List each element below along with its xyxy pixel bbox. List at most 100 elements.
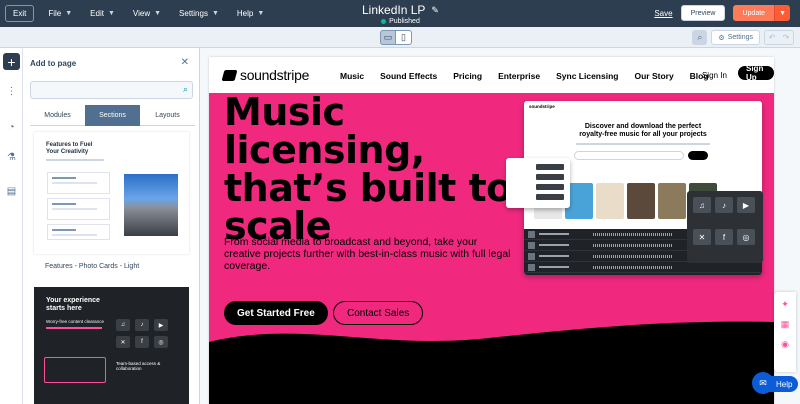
- mockup-search: [574, 151, 684, 160]
- chevron-down-icon: ▼: [211, 10, 219, 17]
- grid-icon[interactable]: ▦: [781, 319, 790, 330]
- add-icon[interactable]: +: [3, 53, 20, 70]
- undo-icon[interactable]: ↶: [765, 31, 779, 44]
- mobile-icon[interactable]: ▯: [396, 30, 412, 45]
- mockup-track-row: [524, 262, 762, 273]
- settings-label: Settings: [727, 34, 753, 41]
- nav-sound-effects[interactable]: Sound Effects: [380, 71, 437, 81]
- tree-icon[interactable]: ⋮: [0, 86, 23, 97]
- sparkle-icon[interactable]: ✦: [781, 299, 789, 310]
- editor-top-bar: Exit File ▼ Edit ▼ View ▼ Settings ▼ Help ▼ L…: [0, 0, 800, 27]
- section-card-dark[interactable]: Your experience starts here Worry-free co…: [34, 287, 189, 404]
- menu-edit[interactable]: Edit ▼: [90, 9, 115, 18]
- add-to-page-panel: Add to page ✕ ⌕ Modules Sections Layouts…: [23, 48, 200, 404]
- mockup-search-button: [688, 151, 708, 160]
- instagram-icon: ◎: [737, 229, 755, 245]
- contact-sales-button[interactable]: Contact Sales: [333, 301, 424, 325]
- card-accent-line: [46, 327, 102, 329]
- preview-button[interactable]: Preview: [680, 5, 726, 21]
- card-feature-box: [47, 172, 110, 194]
- nav-sync-licensing[interactable]: Sync Licensing: [556, 71, 618, 81]
- get-started-button[interactable]: Get Started Free: [224, 301, 328, 325]
- card-feature-box: [47, 224, 110, 240]
- site-logo[interactable]: soundstripe: [221, 67, 309, 83]
- close-icon[interactable]: ✕: [181, 57, 189, 68]
- gauge-icon[interactable]: ◔: [0, 122, 23, 133]
- music-icon: ♫: [116, 319, 130, 331]
- floating-tools: ✦ ▦ ◉: [774, 292, 796, 372]
- card-social-icons: ♫ ♪ ▶ ✕ f ◎: [116, 319, 172, 348]
- tiktok-icon: ♪: [135, 319, 149, 331]
- menu-settings[interactable]: Settings ▼: [179, 9, 219, 18]
- status-dot-icon: [381, 19, 387, 24]
- nav-enterprise[interactable]: Enterprise: [498, 71, 540, 81]
- menu-label: File: [48, 9, 62, 18]
- update-button-group: Update ▼: [733, 5, 790, 21]
- hero-wave: [209, 321, 774, 404]
- chevron-down-icon: ▼: [154, 10, 162, 17]
- tab-sections[interactable]: Sections: [85, 105, 140, 126]
- x-icon: ✕: [116, 336, 130, 348]
- chevron-down-icon: ▼: [65, 10, 73, 17]
- tab-modules[interactable]: Modules: [30, 105, 85, 126]
- settings-button[interactable]: ⚙ Settings: [711, 30, 760, 45]
- desktop-icon[interactable]: ▭: [380, 30, 396, 45]
- chevron-down-icon: ▼: [257, 10, 265, 17]
- redo-icon[interactable]: ↷: [779, 31, 793, 44]
- page-preview[interactable]: soundstripe Music Sound Effects Pricing …: [209, 57, 774, 404]
- card-window: [44, 357, 106, 383]
- instagram-icon: ◎: [154, 336, 168, 348]
- tab-layouts[interactable]: Layouts: [140, 105, 195, 126]
- left-rail: + ⋮ ◔ ⚗ ▤: [0, 48, 23, 404]
- page-icon[interactable]: ▤: [0, 186, 23, 197]
- update-button[interactable]: Update: [733, 5, 775, 21]
- facebook-icon: f: [135, 336, 149, 348]
- update-dropdown-chevron-icon[interactable]: ▼: [774, 5, 790, 21]
- search-icon[interactable]: ⌕: [692, 30, 708, 45]
- card-subtitle: Worry-free content clearance: [46, 319, 104, 324]
- soundstripe-logo-icon: [221, 69, 238, 81]
- chevron-down-icon: ▼: [107, 10, 115, 17]
- save-link[interactable]: Save: [654, 9, 672, 18]
- menu-label: Edit: [90, 9, 104, 18]
- gear-icon: ⚙: [718, 34, 725, 42]
- mockup-tile: [627, 183, 655, 219]
- sign-in-link[interactable]: Sign In: [702, 71, 727, 80]
- search-icon[interactable]: ⌕: [183, 84, 188, 95]
- search-input[interactable]: [31, 82, 171, 98]
- nav-our-story[interactable]: Our Story: [634, 71, 673, 81]
- menu-help[interactable]: Help ▼: [237, 9, 264, 18]
- mockup-player-card: [506, 158, 570, 208]
- sign-up-button[interactable]: Sign Up: [738, 64, 774, 82]
- menu-label: Help: [236, 9, 254, 18]
- exit-button[interactable]: Exit: [5, 5, 35, 22]
- youtube-icon: ▶: [737, 197, 755, 213]
- undo-redo-group: ↶ ↷: [764, 30, 794, 45]
- site-nav-links: Music Sound Effects Pricing Enterprise S…: [340, 71, 709, 81]
- hero-section: Music licensing, that’s built to scale F…: [209, 93, 774, 404]
- hero-heading: Music licensing, that’s built to scale: [224, 90, 512, 248]
- help-widget[interactable]: ✉ Help: [752, 368, 799, 398]
- card-paragraph-line: [46, 159, 104, 161]
- flask-icon[interactable]: ⚗: [0, 152, 23, 163]
- mockup-tile: [596, 183, 624, 219]
- panel-title: Add to page: [30, 59, 77, 68]
- mockup-subtitle-line: [576, 143, 710, 145]
- status-badge: Published: [389, 18, 420, 25]
- section-card-features-photo[interactable]: Features to Fuel Your Creativity: [34, 132, 189, 254]
- card-feature-box: [47, 198, 110, 220]
- nav-music[interactable]: Music: [340, 71, 364, 81]
- chat-icon[interactable]: ◉: [781, 339, 789, 350]
- menu-file[interactable]: File ▼: [48, 9, 72, 18]
- nav-pricing[interactable]: Pricing: [453, 71, 482, 81]
- menu-view[interactable]: View ▼: [133, 9, 161, 18]
- device-switcher: ▭ ▯: [380, 30, 412, 45]
- pencil-icon[interactable]: ✎: [431, 5, 439, 16]
- mockup-social-grid: ♫ ♪ ▶ ✕ f ◎: [687, 191, 763, 263]
- section-card-label: Features - Photo Cards - Light: [45, 263, 140, 270]
- page-name-block: LinkedIn LP ✎ Published: [362, 3, 439, 25]
- menu-label: View: [132, 9, 151, 18]
- editor-menu: File ▼ Edit ▼ View ▼ Settings ▼ Help ▼: [48, 9, 282, 18]
- help-chat-icon: ✉: [752, 372, 774, 394]
- facebook-icon: f: [715, 229, 733, 245]
